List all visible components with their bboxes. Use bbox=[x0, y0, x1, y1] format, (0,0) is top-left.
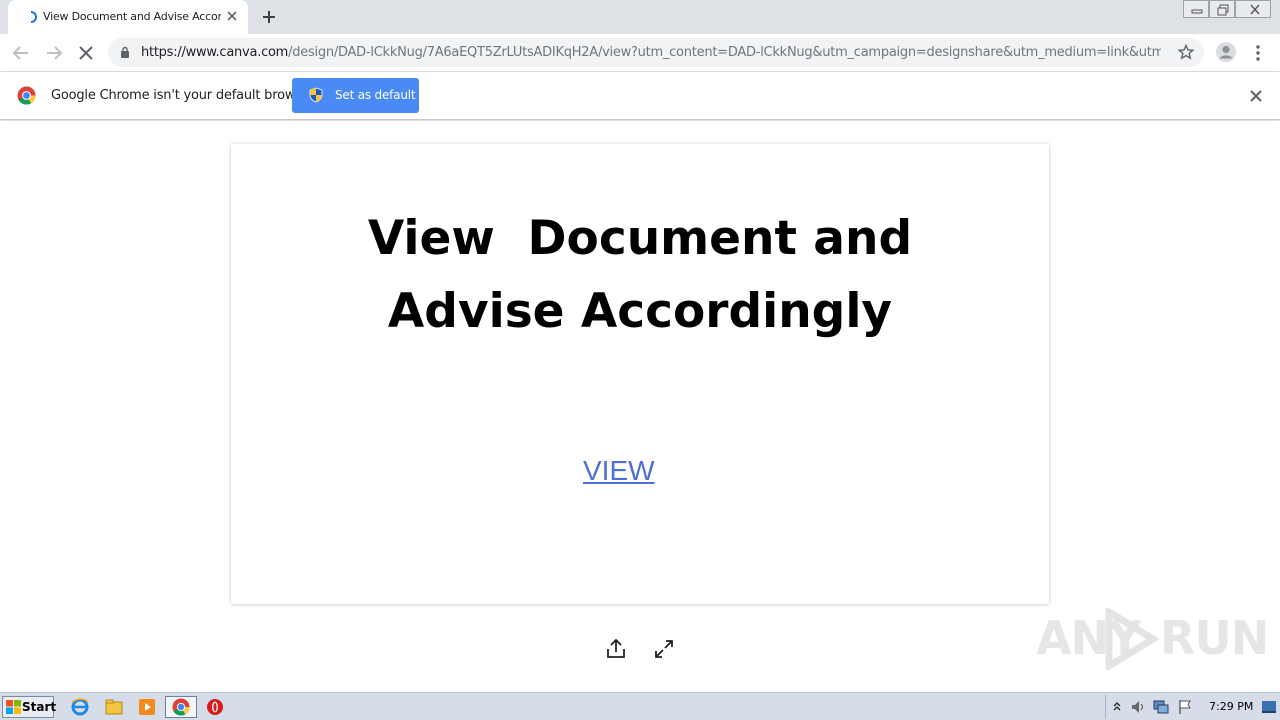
design-card: View Document and Advise Accordingly VIE… bbox=[231, 144, 1049, 604]
infobar-message: Google Chrome isn't your default browser bbox=[51, 88, 315, 103]
chrome-logo-icon bbox=[17, 86, 36, 105]
opera-icon[interactable] bbox=[205, 697, 225, 717]
system-tray: 7:29 PM bbox=[1105, 695, 1280, 719]
tab-close-icon[interactable] bbox=[225, 9, 239, 23]
headline-line-1: View Document and bbox=[367, 211, 913, 266]
view-link[interactable]: VIEW bbox=[583, 455, 655, 487]
url-host: https://www.canva.com bbox=[141, 45, 289, 60]
loading-spinner-icon bbox=[30, 11, 37, 23]
file-explorer-icon[interactable] bbox=[104, 697, 124, 717]
close-window-button[interactable] bbox=[1235, 0, 1271, 18]
start-button[interactable]: Start bbox=[2, 696, 57, 718]
shield-icon bbox=[309, 87, 323, 103]
action-center-flag-icon[interactable] bbox=[1177, 699, 1193, 715]
clock-time[interactable]: 7:29 PM bbox=[1209, 700, 1253, 713]
minimize-button[interactable] bbox=[1183, 0, 1209, 18]
page-viewport: View Document and Advise Accordingly VIE… bbox=[0, 121, 1280, 692]
fullscreen-expand-icon[interactable] bbox=[652, 637, 676, 661]
document-headline: View Document and Advise Accordingly bbox=[231, 202, 1049, 348]
watermark-text-right: RUN bbox=[1160, 611, 1269, 665]
restore-icon bbox=[1217, 4, 1229, 16]
speaker-icon[interactable] bbox=[1130, 699, 1146, 715]
tab-title: View Document and Advise Accordingly bbox=[43, 10, 221, 23]
media-player-icon[interactable] bbox=[137, 697, 157, 717]
address-bar[interactable]: https://www.canva.com/design/DAD-lCkkNug… bbox=[108, 38, 1204, 67]
stop-loading-icon[interactable] bbox=[75, 42, 97, 64]
windows-taskbar: Start 7:29 PM bbox=[0, 692, 1280, 720]
set-as-default-label: Set as default bbox=[335, 88, 416, 102]
profile-avatar-icon[interactable] bbox=[1215, 41, 1237, 63]
set-as-default-button[interactable]: Set as default bbox=[292, 78, 419, 113]
back-arrow-icon[interactable] bbox=[10, 42, 32, 64]
infobar-close-icon[interactable] bbox=[1249, 89, 1263, 103]
new-tab-icon[interactable] bbox=[260, 8, 278, 26]
kebab-menu-icon[interactable] bbox=[1250, 42, 1266, 64]
tab-active[interactable]: View Document and Advise Accordingly bbox=[8, 0, 248, 34]
tab-strip: View Document and Advise Accordingly bbox=[0, 0, 1280, 34]
start-label: Start bbox=[22, 700, 57, 714]
forward-arrow-icon[interactable] bbox=[43, 42, 65, 64]
lock-icon[interactable] bbox=[120, 46, 130, 58]
default-browser-infobar: Google Chrome isn't your default browser… bbox=[0, 72, 1280, 120]
url-text[interactable]: https://www.canva.com/design/DAD-lCkkNug… bbox=[141, 45, 1161, 60]
chrome-taskbar-icon bbox=[172, 698, 190, 716]
browser-toolbar: https://www.canva.com/design/DAD-lCkkNug… bbox=[0, 34, 1280, 72]
watermark-play-icon bbox=[1105, 608, 1159, 670]
restore-button[interactable] bbox=[1209, 0, 1235, 18]
taskbar-chrome-button[interactable] bbox=[165, 696, 197, 718]
bookmark-star-icon[interactable] bbox=[1178, 44, 1194, 60]
internet-explorer-icon[interactable] bbox=[70, 697, 90, 717]
url-path: /design/DAD-lCkkNug/7A6aEQT5ZrLUtsADIKqH… bbox=[288, 45, 1161, 60]
minimize-icon bbox=[1191, 9, 1203, 14]
show-desktop-icon[interactable] bbox=[1262, 700, 1276, 714]
windows-flag-icon bbox=[6, 700, 21, 714]
headline-line-2: Advise Accordingly bbox=[387, 284, 893, 339]
close-icon bbox=[1250, 4, 1260, 15]
share-icon[interactable] bbox=[604, 637, 628, 661]
network-icon[interactable] bbox=[1153, 699, 1169, 715]
tray-expand-chevron-icon[interactable] bbox=[1112, 700, 1122, 714]
